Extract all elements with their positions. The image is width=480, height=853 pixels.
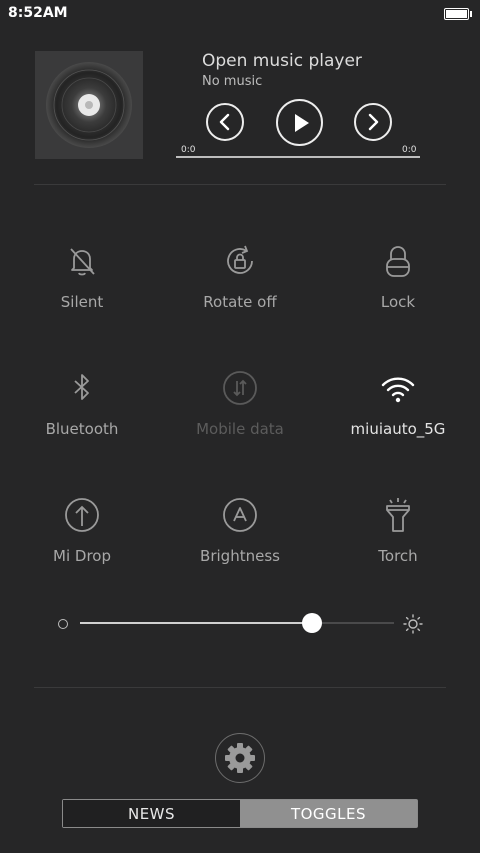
album-art[interactable] [35,51,143,159]
upload-arrow-icon [65,498,99,532]
settings-button[interactable] [215,733,265,783]
disc-icon [46,62,132,148]
toggle-label: Brightness [200,547,280,565]
toggle-label: Mi Drop [53,547,111,565]
toggle-label: Torch [378,547,418,565]
toggle-wifi[interactable]: miuiauto_5G [318,369,478,479]
play-icon [294,113,309,132]
brightness-slider-fill [80,622,313,624]
status-bar: 8:52AM [0,0,480,28]
sun-icon [403,614,423,634]
torch-icon [386,498,410,532]
rotate-lock-icon [227,245,253,274]
elapsed-time: 0:0 [181,145,196,155]
toggle-label: Lock [380,293,416,311]
bluetooth-icon [74,374,89,400]
chevron-left-icon [219,113,230,131]
toggle-brightness[interactable]: Brightness [160,496,320,606]
brightness-min-icon [58,619,68,629]
toggle-label: Bluetooth [45,420,119,438]
play-button[interactable] [276,99,323,146]
tab-news[interactable]: NEWS [63,800,240,827]
wifi-icon [381,377,415,403]
tab-bar: NEWS TOGGLES [62,799,418,828]
divider [34,184,446,185]
toggle-label: miuiauto_5G [350,420,446,438]
toggle-label: Silent [60,293,104,311]
toggle-mi-drop[interactable]: Mi Drop [2,496,162,606]
divider [34,687,446,688]
mobile-data-icon [223,371,257,405]
toggle-rotate[interactable]: Rotate off [160,242,320,352]
auto-brightness-icon [223,498,257,532]
toggle-label: Rotate off [203,293,277,311]
next-button[interactable] [354,103,392,141]
toggle-torch[interactable]: Torch [318,496,478,606]
previous-button[interactable] [206,103,244,141]
music-progress-bar[interactable] [176,156,420,158]
battery-icon [444,8,472,20]
gear-icon [225,743,255,773]
total-time: 0:0 [402,145,417,155]
toggle-lock[interactable]: Lock [318,242,478,352]
toggle-silent[interactable]: Silent [2,242,162,352]
toggle-bluetooth[interactable]: Bluetooth [2,369,162,479]
status-time: 8:52AM [8,5,68,21]
music-subtitle: No music [202,74,263,89]
brightness-slider-thumb[interactable] [302,613,323,633]
toggle-label: Mobile data [196,420,284,438]
music-title[interactable]: Open music player [202,51,362,71]
chevron-right-icon [368,113,379,131]
toggle-mobile-data[interactable]: Mobile data [160,369,320,479]
bell-off-icon [70,248,95,276]
tab-toggles[interactable]: TOGGLES [240,800,417,827]
brightness-slider[interactable] [80,613,394,633]
lock-icon [386,246,410,277]
